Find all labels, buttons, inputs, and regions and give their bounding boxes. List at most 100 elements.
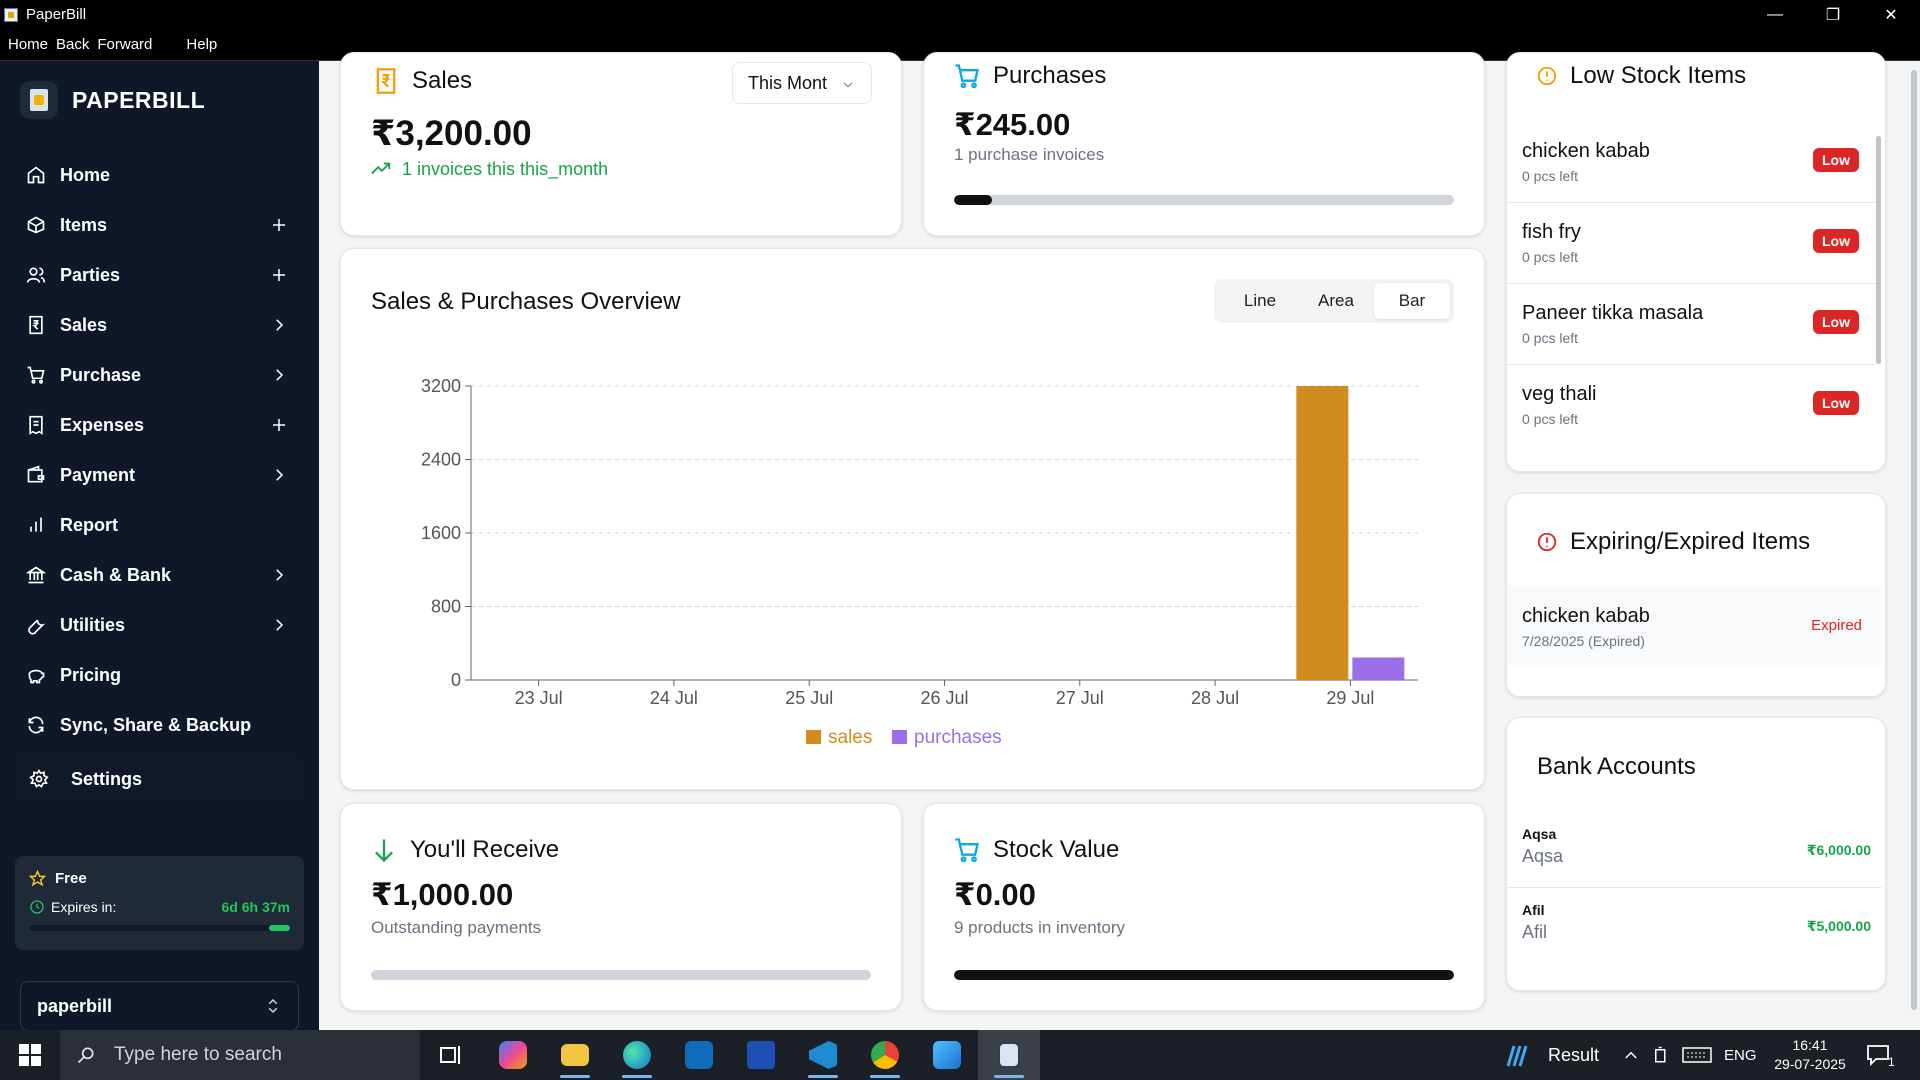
bank-accounts-title: Bank Accounts <box>1537 753 1696 780</box>
stock-value-subtitle: 9 products in inventory <box>954 918 1126 937</box>
menu-back[interactable]: Back <box>56 36 89 53</box>
sidebar-item-label: Payment <box>60 464 136 485</box>
sidebar-item-pricing[interactable]: Pricing <box>0 650 319 700</box>
sidebar-item-payment[interactable]: Payment <box>0 450 319 500</box>
view-bar-button[interactable]: Bar <box>1374 283 1450 319</box>
chevron-right-icon[interactable] <box>267 563 291 587</box>
wrench-icon <box>26 615 46 635</box>
sidebar-item-label: Parties <box>60 264 121 285</box>
close-button[interactable]: ✕ <box>1862 0 1920 29</box>
plan-name: Free <box>55 870 87 887</box>
low-stock-scrollbar[interactable] <box>1876 122 1882 432</box>
add-party-button[interactable] <box>267 263 291 287</box>
users-icon <box>26 265 46 285</box>
period-select[interactable]: This Mont <box>732 62 872 104</box>
account-balance: ₹5,000.00 <box>1806 918 1871 934</box>
file-explorer-icon[interactable] <box>544 1030 606 1080</box>
taskbar-search[interactable]: Type here to search <box>60 1030 420 1080</box>
windows-start-button[interactable] <box>0 1030 60 1080</box>
outlook-icon[interactable] <box>668 1030 730 1080</box>
y-tick-label: 2400 <box>421 450 461 470</box>
chevron-right-icon[interactable] <box>267 463 291 487</box>
language-indicator[interactable]: ENG <box>1724 1030 1757 1080</box>
receive-progress <box>371 970 871 980</box>
sidebar-item-parties[interactable]: Parties <box>0 250 319 300</box>
app-icon <box>4 7 18 22</box>
vscode-icon[interactable] <box>792 1030 854 1080</box>
maximize-button[interactable]: ❐ <box>1804 0 1862 29</box>
company-name: paperbill <box>37 995 113 1016</box>
edge-browser-icon[interactable] <box>606 1030 668 1080</box>
weather-widget[interactable]: Result <box>1504 1030 1599 1080</box>
view-line-button[interactable]: Line <box>1222 283 1298 319</box>
sidebar-nav: Home Items Parties Sales Purchase Expens… <box>0 150 319 804</box>
battery-icon[interactable] <box>1652 1030 1670 1080</box>
low-stock-title: Low Stock Items <box>1536 62 1746 90</box>
expires-value: 6d 6h 37m <box>221 899 290 915</box>
status-badge: Low <box>1813 310 1859 334</box>
status-badge: Low <box>1813 148 1859 172</box>
bar-chart-icon <box>26 515 46 535</box>
menu-home[interactable]: Home <box>8 36 48 53</box>
system-clock[interactable]: 16:41 29-07-2025 <box>1766 1036 1854 1074</box>
sidebar-item-settings[interactable]: Settings <box>15 754 304 804</box>
taskbar: Type here to search Result ENG 16:41 29-… <box>0 1030 1920 1080</box>
chrome-icon[interactable] <box>854 1030 916 1080</box>
chart-view-toggle: Line Area Bar <box>1214 279 1454 323</box>
copilot-icon[interactable] <box>482 1030 544 1080</box>
sidebar-item-label: Cash & Bank <box>60 564 172 585</box>
sidebar-item-utilities[interactable]: Utilities <box>0 600 319 650</box>
menu-forward[interactable]: Forward <box>97 36 152 53</box>
sidebar-item-purchase[interactable]: Purchase <box>0 350 319 400</box>
overview-chart: 0 800 1600 2400 3200 23 Jul 24 Jul 25 Jul 26 Jul… <box>421 376 1418 748</box>
list-item[interactable]: veg thali 0 pcs left Low <box>1507 365 1876 446</box>
windows-logo-icon <box>19 1044 41 1066</box>
menu-help[interactable]: Help <box>186 36 217 53</box>
keyboard-icon[interactable] <box>1682 1030 1712 1080</box>
sidebar-item-home[interactable]: Home <box>0 150 319 200</box>
chevron-down-icon <box>843 82 853 88</box>
chevron-up-icon[interactable] <box>1622 1030 1640 1080</box>
stock-value-title: Stock Value <box>953 836 1119 864</box>
bank-account-row[interactable]: Afil Afil ₹5,000.00 <box>1507 888 1882 964</box>
weather-icon <box>1506 1045 1528 1067</box>
item-expiry-date: 7/28/2025 (Expired) <box>1522 633 1645 649</box>
list-item[interactable]: fish fry 0 pcs left Low <box>1507 203 1876 284</box>
photos-app-icon[interactable] <box>916 1030 978 1080</box>
sidebar-item-items[interactable]: Items <box>0 200 319 250</box>
chevron-right-icon[interactable] <box>267 363 291 387</box>
view-area-button[interactable]: Area <box>1298 283 1374 319</box>
list-item[interactable]: chicken kabab 7/28/2025 (Expired) Expire… <box>1507 585 1882 665</box>
main-scrollbar[interactable] <box>1908 61 1920 1030</box>
x-tick-label: 26 Jul <box>920 688 968 708</box>
sidebar-item-sales[interactable]: Sales <box>0 300 319 350</box>
paperbill-taskbar-icon[interactable] <box>978 1030 1040 1080</box>
trending-up-icon <box>371 162 391 175</box>
legend-swatch-purchases <box>892 730 907 744</box>
y-tick-label: 1600 <box>421 523 461 543</box>
purchases-amount: ₹245.00 <box>954 107 1071 142</box>
chevron-right-icon[interactable] <box>267 613 291 637</box>
cart-icon <box>955 838 979 863</box>
list-item[interactable]: chicken kabab 0 pcs left Low <box>1507 122 1876 203</box>
list-item[interactable]: Paneer tikka masala 0 pcs left Low <box>1507 284 1876 365</box>
add-expense-button[interactable] <box>267 413 291 437</box>
sidebar-item-expenses[interactable]: Expenses <box>0 400 319 450</box>
company-select[interactable]: paperbill <box>20 981 299 1031</box>
purchases-subtitle: 1 purchase invoices <box>954 145 1105 164</box>
task-view-icon[interactable] <box>420 1030 482 1080</box>
expires-label: Expires in: <box>51 899 117 915</box>
minimize-button[interactable]: — <box>1746 0 1804 29</box>
remote-app-icon[interactable] <box>730 1030 792 1080</box>
sidebar-item-cash-bank[interactable]: Cash & Bank <box>0 550 319 600</box>
bank-account-row[interactable]: Aqsa Aqsa ₹6,000.00 <box>1507 812 1882 888</box>
notification-icon[interactable]: 1 <box>1866 1030 1895 1080</box>
chevron-right-icon[interactable] <box>267 313 291 337</box>
cart-icon <box>26 365 46 385</box>
add-item-button[interactable] <box>267 213 291 237</box>
expiry-status: Expired <box>1811 617 1862 634</box>
sidebar-item-sync[interactable]: Sync, Share & Backup <box>0 700 319 750</box>
x-tick-label: 25 Jul <box>785 688 833 708</box>
purchases-card-title: Purchases <box>953 62 1106 90</box>
sidebar-item-report[interactable]: Report <box>0 500 319 550</box>
